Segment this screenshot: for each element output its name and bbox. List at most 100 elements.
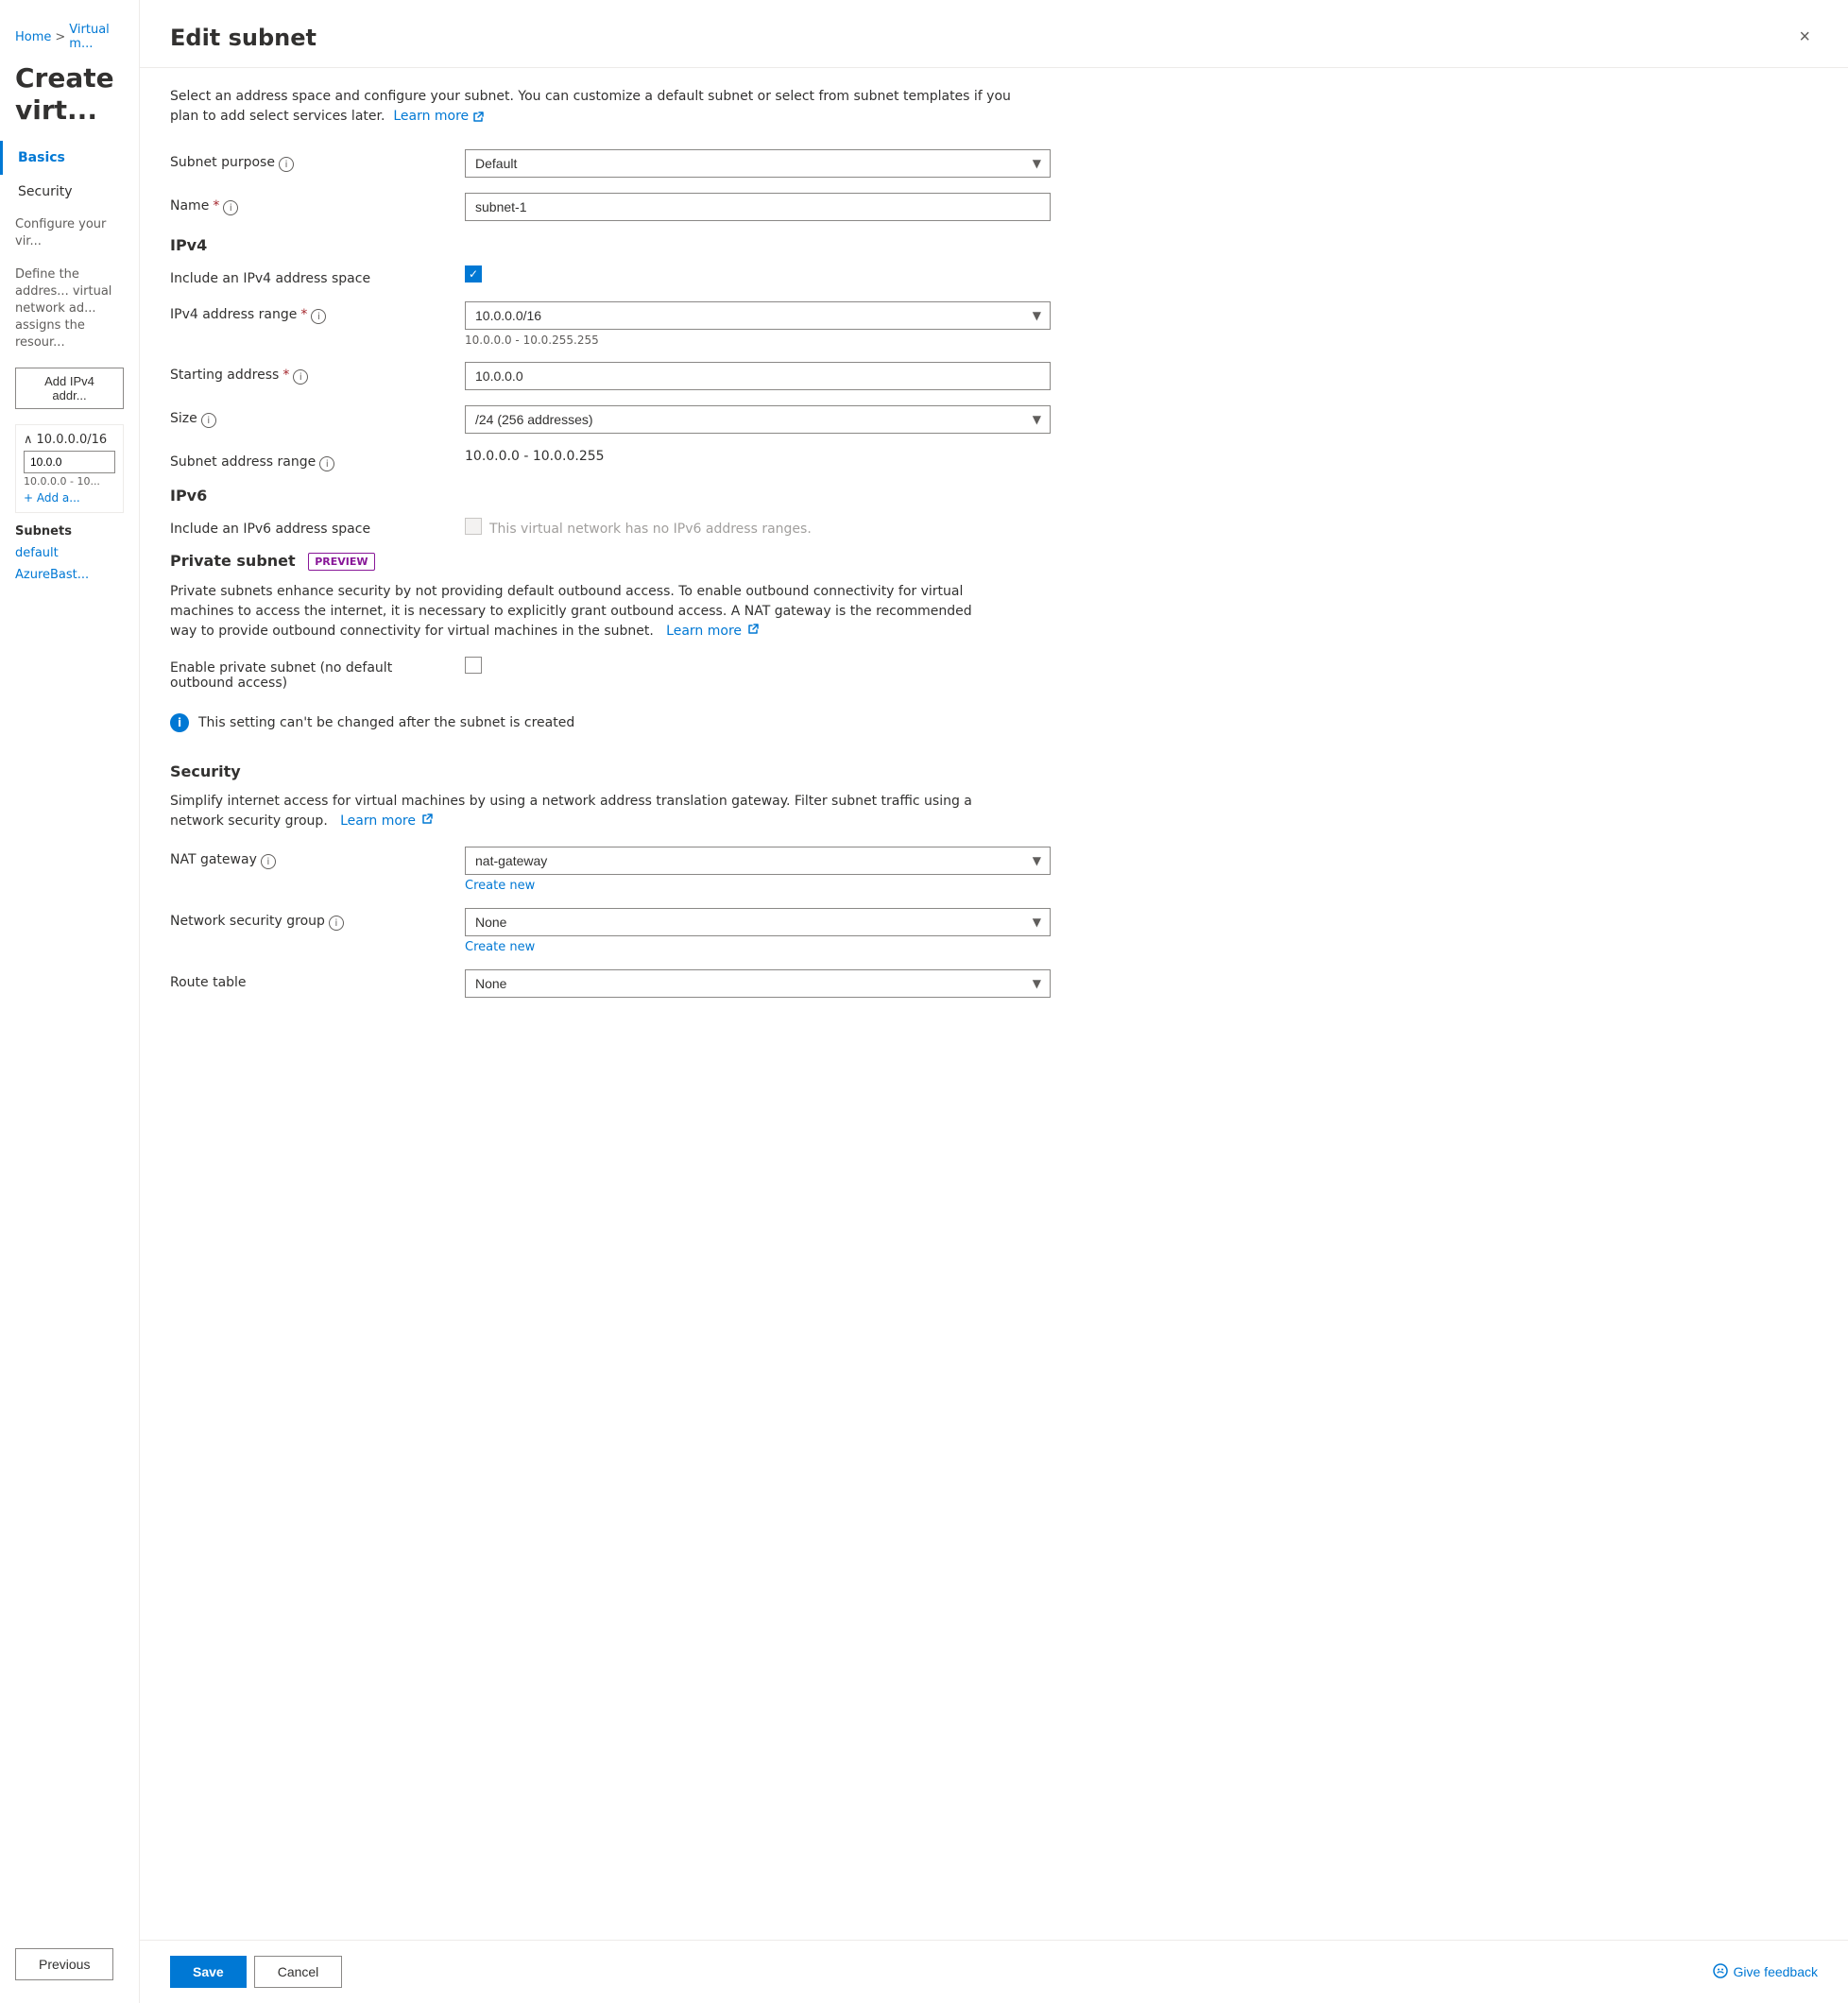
subnet-purpose-info-icon[interactable]: i	[279, 157, 294, 172]
nsg-create-new[interactable]: Create new	[465, 940, 1051, 954]
include-ipv6-label: Include an IPv6 address space	[170, 516, 435, 537]
left-desc1: Configure your vir...	[0, 209, 139, 258]
subnet-address-range-info-icon[interactable]: i	[319, 456, 334, 471]
collapse-icon: ∧	[24, 433, 33, 447]
size-label: Size i	[170, 405, 435, 428]
left-tabs: Basics Security	[0, 141, 139, 209]
panel-footer: Save Cancel Give feedback	[140, 1940, 1848, 2003]
panel-header: Edit subnet ×	[140, 0, 1848, 68]
ip-block-input[interactable]	[24, 451, 115, 473]
security-description: Simplify internet access for virtual mac…	[170, 792, 983, 831]
subnet-address-range-label: Subnet address range i	[170, 449, 435, 471]
nsg-info-icon[interactable]: i	[329, 916, 344, 931]
nsg-control: None ▼ Create new	[465, 908, 1051, 954]
info-callout-icon: i	[170, 713, 189, 732]
breadcrumb-current[interactable]: Virtual m...	[69, 23, 124, 51]
include-ipv4-checkbox[interactable]	[465, 265, 482, 282]
previous-btn-container: Previous	[15, 1948, 113, 1980]
ip-block-header[interactable]: ∧ 10.0.0.0/16	[24, 433, 115, 447]
subnet-purpose-select[interactable]: Default	[465, 149, 1051, 178]
add-ipv4-button[interactable]: Add IPv4 addr...	[15, 368, 124, 409]
nat-gateway-create-new[interactable]: Create new	[465, 879, 1051, 893]
cancel-button[interactable]: Cancel	[254, 1956, 343, 1988]
enable-private-subnet-control	[465, 657, 1051, 674]
security-section-heading: Security	[170, 762, 1818, 780]
name-info-icon[interactable]: i	[223, 200, 238, 215]
ipv4-range-select-wrapper: 10.0.0.0/16 ▼	[465, 301, 1051, 330]
size-select[interactable]: /24 (256 addresses)	[465, 405, 1051, 434]
left-desc2: Define the addres... virtual network ad.…	[0, 259, 139, 360]
info-callout-text: This setting can't be changed after the …	[198, 715, 574, 730]
panel-title: Edit subnet	[170, 25, 317, 51]
size-select-wrapper: /24 (256 addresses) ▼	[465, 405, 1051, 434]
ip-block-label: 10.0.0.0/16	[37, 433, 108, 447]
route-table-select[interactable]: None	[465, 969, 1051, 998]
include-ipv4-row: Include an IPv4 address space	[170, 265, 1818, 286]
close-button[interactable]: ×	[1791, 23, 1818, 52]
nat-gateway-control: nat-gateway ▼ Create new	[465, 847, 1051, 893]
give-feedback-button[interactable]: Give feedback	[1713, 1963, 1819, 1981]
nat-gateway-info-icon[interactable]: i	[261, 854, 276, 869]
nat-gateway-row: NAT gateway i nat-gateway ▼ Create new	[170, 847, 1818, 893]
footer-actions-left: Save Cancel	[170, 1956, 342, 1988]
name-control	[465, 193, 1051, 221]
route-table-row: Route table None ▼	[170, 969, 1818, 998]
enable-private-subnet-label: Enable private subnet (no default outbou…	[170, 657, 435, 691]
name-required: *	[213, 198, 219, 214]
tab-security[interactable]: Security	[0, 175, 139, 209]
external-link-icon-private	[747, 624, 759, 635]
learn-more-link-private[interactable]: Learn more	[662, 624, 760, 639]
ipv4-section-heading: IPv4	[170, 236, 1818, 254]
private-subnet-description: Private subnets enhance security by not …	[170, 582, 983, 642]
route-table-select-wrapper: None ▼	[465, 969, 1051, 998]
nsg-label: Network security group i	[170, 908, 435, 931]
left-panel: Home > Virtual m... Create virt... Basic…	[0, 0, 140, 2003]
external-link-icon-security	[421, 813, 433, 825]
starting-address-row: Starting address * i	[170, 362, 1818, 390]
subnet-link-azurebast[interactable]: AzureBast...	[0, 564, 139, 586]
include-ipv4-label: Include an IPv4 address space	[170, 265, 435, 286]
learn-more-link-top[interactable]: Learn more	[393, 107, 484, 127]
name-label: Name * i	[170, 193, 435, 215]
starting-address-info-icon[interactable]: i	[293, 369, 308, 385]
edit-subnet-panel: Edit subnet × Select an address space an…	[140, 0, 1848, 2003]
size-info-icon[interactable]: i	[201, 413, 216, 428]
ipv4-range-select[interactable]: 10.0.0.0/16	[465, 301, 1051, 330]
subnet-purpose-label: Subnet purpose i	[170, 149, 435, 172]
subnets-section: Subnets default AzureBast...	[0, 524, 139, 586]
tab-basics[interactable]: Basics	[0, 141, 139, 175]
include-ipv6-row: Include an IPv6 address space This virtu…	[170, 516, 1818, 537]
breadcrumb: Home > Virtual m...	[0, 15, 139, 59]
subnet-purpose-row: Subnet purpose i Default ▼	[170, 149, 1818, 178]
size-row: Size i /24 (256 addresses) ▼	[170, 405, 1818, 434]
enable-private-subnet-checkbox[interactable]	[465, 657, 482, 674]
nsg-row: Network security group i None ▼ Create n…	[170, 908, 1818, 954]
breadcrumb-home[interactable]: Home	[15, 30, 51, 44]
enable-private-subnet-row: Enable private subnet (no default outbou…	[170, 657, 1818, 691]
starting-address-label: Starting address * i	[170, 362, 435, 385]
external-link-icon-top	[472, 111, 484, 123]
nsg-select[interactable]: None	[465, 908, 1051, 936]
ipv4-range-info-icon[interactable]: i	[311, 309, 326, 324]
save-button[interactable]: Save	[170, 1956, 247, 1988]
add-subnet-link[interactable]: + Add a...	[24, 491, 115, 505]
previous-button[interactable]: Previous	[15, 1948, 113, 1980]
route-table-label: Route table	[170, 969, 435, 990]
starting-address-required: *	[282, 368, 289, 383]
subnet-address-range-value: 10.0.0.0 - 10.0.0.255	[465, 449, 1051, 464]
private-subnet-info-callout: i This setting can't be changed after th…	[170, 706, 1818, 740]
include-ipv4-control	[465, 265, 1051, 282]
name-row: Name * i	[170, 193, 1818, 221]
nat-gateway-select-wrapper: nat-gateway ▼	[465, 847, 1051, 875]
nat-gateway-label: NAT gateway i	[170, 847, 435, 869]
ipv4-range-row: IPv4 address range * i 10.0.0.0/16 ▼ 10.…	[170, 301, 1818, 347]
page-title: Create virt...	[0, 59, 139, 141]
nat-gateway-select[interactable]: nat-gateway	[465, 847, 1051, 875]
starting-address-control	[465, 362, 1051, 390]
name-input[interactable]	[465, 193, 1051, 221]
starting-address-input[interactable]	[465, 362, 1051, 390]
nsg-select-wrapper: None ▼	[465, 908, 1051, 936]
preview-badge: PREVIEW	[308, 553, 374, 571]
subnet-link-default[interactable]: default	[0, 542, 139, 564]
learn-more-link-security[interactable]: Learn more	[336, 813, 434, 829]
